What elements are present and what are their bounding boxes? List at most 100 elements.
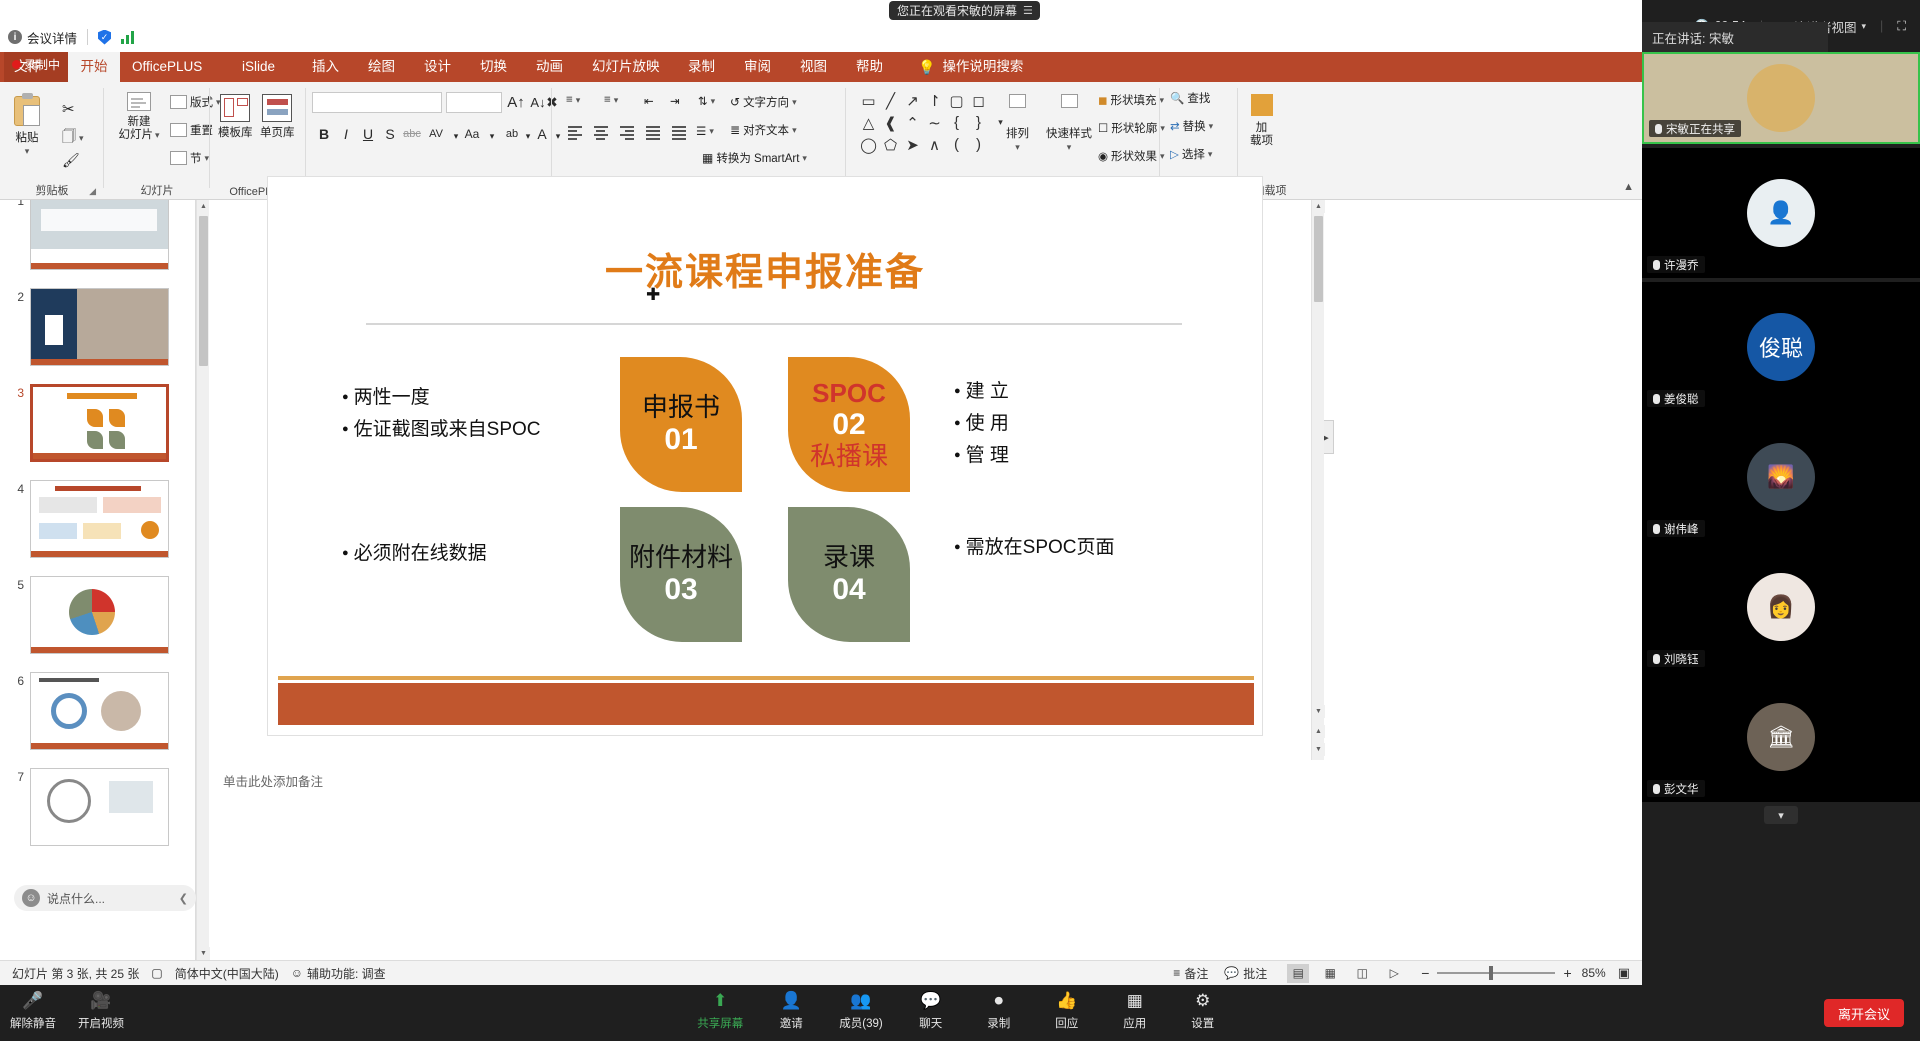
slide-vertical-scrollbar[interactable]: ▲ ▼ ▲ ▼ <box>1311 200 1324 760</box>
shape-pentagon-icon[interactable]: ⬠ <box>882 136 899 153</box>
strikethrough-button[interactable]: abc <box>402 124 422 144</box>
shield-icon[interactable]: ✓ <box>98 30 111 45</box>
share-screen-button[interactable]: ⬆ 共享屏幕 <box>697 990 743 1031</box>
page-library-button[interactable]: 单页库 <box>260 94 295 140</box>
character-spacing-button[interactable]: AV <box>426 124 446 144</box>
replace-button[interactable]: ⇄替换▾ <box>1170 118 1213 134</box>
italic-button[interactable]: I <box>336 124 356 144</box>
align-center-button[interactable] <box>592 124 611 142</box>
participant-tile-0[interactable]: 宋敏正在共享 <box>1642 52 1920 144</box>
emoji-icon[interactable]: ☺ <box>22 889 40 907</box>
banner-menu-icon[interactable]: ☰ <box>1023 4 1032 17</box>
shape-oval-icon[interactable]: ◯ <box>860 136 877 153</box>
right-bullets-top[interactable]: 建 立 使 用 管 理 <box>954 377 1009 473</box>
paste-button[interactable]: 粘贴 ▾ <box>14 96 40 158</box>
new-slide-button[interactable]: 新建 幻灯片▾ <box>110 92 168 142</box>
template-library-button[interactable]: 模板库 <box>218 94 253 140</box>
chevron-down-icon[interactable]: ▾ <box>79 133 84 144</box>
quick-styles-button[interactable]: 快速样式 ▾ <box>1046 94 1092 154</box>
shape-bracket2-icon[interactable]: } <box>970 114 987 131</box>
shape-brace-icon[interactable]: ( <box>948 136 965 153</box>
section-button[interactable]: 节▾ <box>170 150 209 166</box>
slideshow-button[interactable]: ▷ <box>1383 964 1405 983</box>
clipboard-dialog-launcher[interactable]: ◢ <box>89 186 96 197</box>
chevron-down-icon[interactable]: ▾ <box>576 95 581 106</box>
notes-toggle-button[interactable]: ≡ 备注 <box>1173 965 1208 982</box>
next-slide-icon[interactable]: ▼ <box>1312 743 1325 756</box>
convert-smartart-button[interactable]: ▦转换为 SmartArt▾ <box>702 150 807 166</box>
shape-freeform-icon[interactable]: ❰ <box>882 114 899 131</box>
tab-design[interactable]: 设计 <box>414 52 461 82</box>
tab-record[interactable]: 录制 <box>678 52 725 82</box>
thumbnail-scrollbar[interactable]: ▲ ▼ <box>196 200 209 960</box>
language-status[interactable]: 简体中文(中国大陆) <box>175 965 279 982</box>
scrollbar-thumb[interactable] <box>199 216 208 366</box>
chevron-down-icon[interactable]: ▾ <box>709 126 714 137</box>
slide-shape-04[interactable]: 录课 04 <box>788 507 910 642</box>
slide-thumbnail-panel[interactable]: 1 2 3 <box>0 200 196 960</box>
decrease-indent-button[interactable]: ⇤ <box>644 94 654 108</box>
tab-view[interactable]: 视图 <box>790 52 837 82</box>
tab-transitions[interactable]: 切换 <box>470 52 517 82</box>
shape-square-icon[interactable]: ◻ <box>970 92 987 109</box>
more-participants-button[interactable]: ▾ <box>1764 806 1798 824</box>
chevron-down-icon[interactable]: ▾ <box>711 96 716 107</box>
slide-shape-03[interactable]: 附件材料 03 <box>620 507 742 642</box>
participants-button[interactable]: 👥 成员(39) <box>839 990 882 1031</box>
shape-wave-icon[interactable]: ∼ <box>926 114 943 131</box>
select-button[interactable]: ▷选择▾ <box>1170 146 1212 162</box>
align-left-button[interactable] <box>566 124 585 142</box>
reading-view-button[interactable]: ◫ <box>1351 964 1373 983</box>
text-shadow-button[interactable]: S <box>380 124 400 144</box>
scrollbar-thumb[interactable] <box>1314 216 1323 302</box>
shape-curve-icon[interactable]: ↾ <box>926 92 943 109</box>
tab-help[interactable]: 帮助 <box>846 52 893 82</box>
addins-button[interactable]: 加 载项 <box>1250 94 1273 148</box>
zoom-level-label[interactable]: 85% <box>1582 966 1606 980</box>
participant-tile-3[interactable]: 🌄 谢伟峰 <box>1642 412 1920 542</box>
shape-triangle-icon[interactable]: △ <box>860 114 877 131</box>
zoom-caption-bubble[interactable]: ☺ 说点什么... ❮ <box>14 885 196 911</box>
increase-font-size-button[interactable]: A↑ <box>506 92 526 112</box>
participant-tile-5[interactable]: 🏛 彭文华 <box>1642 672 1920 802</box>
left-bullets-top[interactable]: 两性一度 佐证截图或来自SPOC <box>342 383 541 447</box>
normal-view-button[interactable]: ▤ <box>1287 964 1309 983</box>
chevron-down-icon[interactable]: ▾ <box>802 153 807 164</box>
scroll-down-icon[interactable]: ▼ <box>1312 705 1325 718</box>
current-slide[interactable]: 一流课程申报准备 两性一度 佐证截图或来自SPOC 必须附在线数据 申报书 01… <box>267 176 1263 736</box>
slide-shape-01[interactable]: 申报书 01 <box>620 357 742 492</box>
bold-button[interactable]: B <box>314 124 334 144</box>
thumbnail-slide-7[interactable]: 7 <box>8 768 169 846</box>
participant-tile-4[interactable]: 👩 刘晓钰 <box>1642 542 1920 672</box>
shape-fill-button[interactable]: ◼形状填充▾ <box>1098 92 1164 108</box>
zoom-in-button[interactable]: + <box>1563 965 1571 981</box>
unmute-button[interactable]: 🎤 解除静音 <box>10 990 56 1031</box>
chevron-down-icon[interactable]: ▾ <box>792 97 797 108</box>
tab-slideshow[interactable]: 幻灯片放映 <box>582 52 670 82</box>
numbering-button[interactable]: ≡▾ <box>604 94 618 106</box>
notes-pane[interactable]: 单击此处添加备注 <box>209 762 1324 798</box>
align-text-button[interactable]: ≣对齐文本▾ <box>730 122 797 138</box>
thumbnail-slide-2[interactable]: 2 <box>8 288 169 366</box>
format-painter-button[interactable]: 🖌 <box>62 152 80 169</box>
chevron-down-icon[interactable]: ▾ <box>25 145 30 158</box>
reactions-button[interactable]: 👍 回应 <box>1047 990 1087 1031</box>
line-spacing-button[interactable]: ⇅▾ <box>698 94 715 108</box>
reset-button[interactable]: 重置 <box>170 122 213 138</box>
leave-meeting-button[interactable]: 离开会议 <box>1824 999 1904 1027</box>
shape-arc-icon[interactable]: ⌃ <box>904 114 921 131</box>
shape-arrow-icon[interactable]: ↗ <box>904 92 921 109</box>
scroll-up-icon[interactable]: ▲ <box>1312 200 1325 213</box>
find-button[interactable]: 🔍查找 <box>1170 90 1210 106</box>
zoom-knob[interactable] <box>1489 966 1493 980</box>
chevron-down-icon[interactable]: ▾ <box>155 129 160 142</box>
text-direction-button[interactable]: ↺文字方向▾ <box>730 94 797 110</box>
zoom-slider[interactable] <box>1437 966 1555 980</box>
chevron-down-icon[interactable]: ▾ <box>1067 141 1072 154</box>
font-name-input[interactable] <box>312 92 442 113</box>
shape-line-icon[interactable]: ╱ <box>882 92 899 109</box>
slide-title[interactable]: 一流课程申报准备 <box>268 241 1262 296</box>
shape-curve2-icon[interactable]: ∧ <box>926 136 943 153</box>
tab-animations[interactable]: 动画 <box>526 52 573 82</box>
chevron-left-icon[interactable]: ❮ <box>179 892 188 905</box>
